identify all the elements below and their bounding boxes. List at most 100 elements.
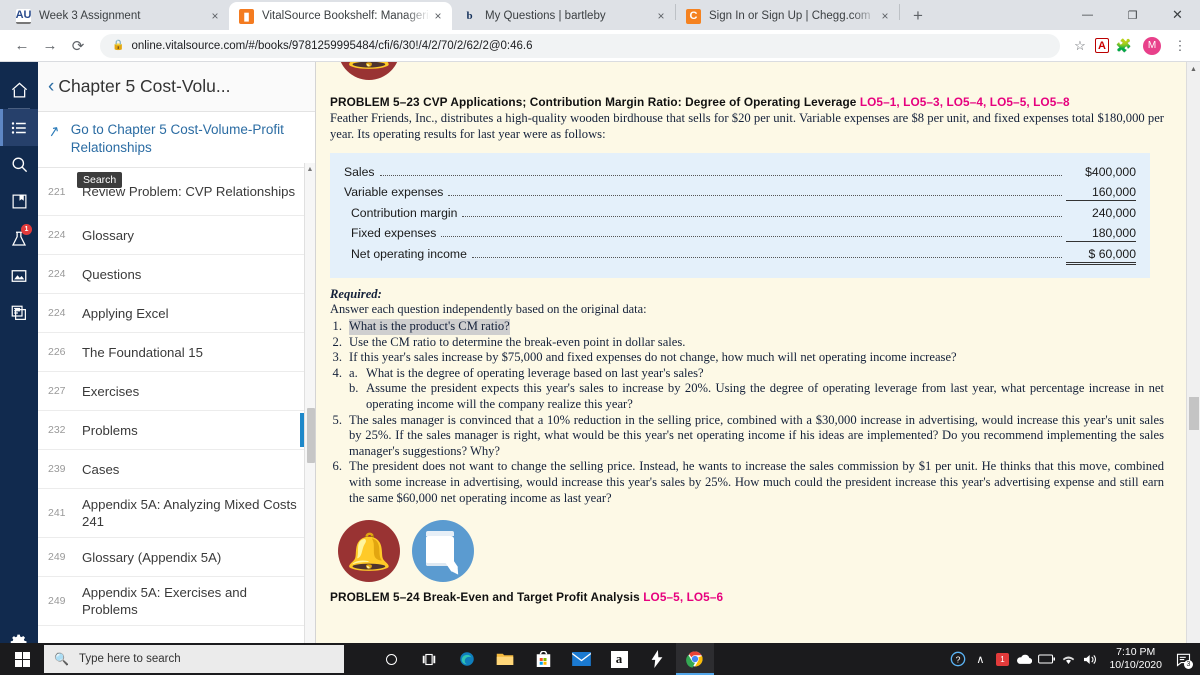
toc-item-glossary[interactable]: 224 Glossary [38,216,315,255]
mail-icon[interactable] [562,643,600,675]
show-hidden-icons-chevron[interactable]: ∧ [969,653,991,666]
problem-intro-text: Feather Friends, Inc., distributes a hig… [330,111,1164,141]
bell-notification-icon[interactable]: 🔔 [338,520,400,583]
table-row: Contribution margin 240,000 [344,203,1136,223]
browser-tab-active[interactable]: ▮ VitalSource Bookshelf: Manageria × [229,2,452,30]
bell-notification-icon-partial[interactable]: 🔔 [338,62,400,80]
toc-item-glossary-appendix-5a[interactable]: 249 Glossary (Appendix 5A) [38,538,315,577]
search-icon[interactable] [0,146,38,183]
scroll-up-arrow-icon[interactable]: ▲ [1187,62,1200,76]
pdf-extension-icon[interactable]: A [1095,38,1109,53]
toc-item-questions[interactable]: 224 Questions [38,255,315,294]
toc-item-label: Questions [82,266,142,282]
question-number: 2. [332,334,342,349]
windows-update-icon[interactable]: 1 [991,652,1013,666]
battery-icon[interactable] [1035,654,1057,664]
question-number: 6. [332,459,342,474]
help-support-icon[interactable]: ? [947,648,969,670]
edge-icon[interactable] [448,643,486,675]
close-window-button[interactable]: ✕ [1155,0,1200,30]
question-number: 3. [332,350,342,365]
row-value: $400,000 [1085,164,1136,179]
row-label: Sales [344,164,375,179]
file-explorer-icon[interactable] [486,643,524,675]
question-text-highlighted[interactable]: What is the product's CM ratio? [349,319,510,335]
toc-page-number: 224 [48,307,66,319]
toc-item-appendix-5a-mixed-costs[interactable]: 241 Appendix 5A: Analyzing Mixed Costs 2… [38,489,315,538]
bookmark-icon[interactable] [0,183,38,220]
profile-avatar[interactable]: M [1143,36,1161,55]
browser-tab[interactable]: C Sign In or Sign Up | Chegg.com × [676,2,899,30]
notes-icon[interactable] [0,294,38,331]
toc-item-label: Glossary [82,227,135,243]
browser-tab[interactable]: AU Week 3 Assignment × [6,2,229,30]
tab-close-icon[interactable]: × [430,8,446,24]
subquestion-letter: b. [349,381,359,396]
toc-item-exercises[interactable]: 227 Exercises [38,372,315,411]
question-text: If this year's sales increase by $75,000… [349,350,957,365]
cortana-icon[interactable] [372,643,410,675]
lightning-icon[interactable] [638,643,676,675]
table-row: Net operating income $ 60,000 [344,244,1136,267]
vitalsource-app: 1 ‹ Chapter 5 Cost-Volu... ↗ Go to Chapt… [0,62,1200,675]
toc-page-number: 226 [48,346,66,358]
flask-icon[interactable]: 1 [0,220,38,257]
toc-item-applying-excel[interactable]: 224 Applying Excel [38,294,315,333]
toc-item-appendix-5a-exercises[interactable]: 249 Appendix 5A: Exercises and Problems [38,577,315,626]
workbook-pencil-icon[interactable] [412,520,474,583]
wifi-icon[interactable] [1057,653,1079,665]
microsoft-store-icon[interactable] [524,643,562,675]
toolbar-icons: ☆ A 🧩 M ⋮ [1068,34,1192,58]
inline-icon-row: 🔔 [338,520,1164,583]
tab-close-icon[interactable]: × [207,8,223,24]
home-icon[interactable] [0,72,38,109]
row-label: Net operating income [351,246,467,261]
back-chevron-icon[interactable]: ‹ [48,76,54,98]
toc-item-cases[interactable]: 239 Cases [38,450,315,489]
clock-date: 10/10/2020 [1109,659,1162,671]
start-button[interactable] [0,643,44,675]
list-item: 5. The sales manager is convinced that a… [330,413,1164,460]
list-item: a. What is the degree of operating lever… [349,366,1164,382]
reload-button[interactable]: ⟳ [64,32,92,60]
extensions-puzzle-icon[interactable]: 🧩 [1112,34,1136,58]
taskbar-clock[interactable]: 7:10 PM 10/10/2020 [1101,646,1170,672]
browser-window: AU Week 3 Assignment × ▮ VitalSource Boo… [0,0,1200,675]
chrome-icon[interactable] [676,643,714,675]
leader-dots [441,228,1062,237]
address-bar[interactable]: 🔒 online.vitalsource.com/#/books/9781259… [100,33,1060,58]
reader-scrollbar-thumb[interactable] [1189,397,1199,430]
maximize-button[interactable]: ❐ [1110,0,1155,30]
forward-button[interactable]: → [36,32,64,60]
volume-icon[interactable] [1079,653,1101,666]
toc-scrollbar-thumb[interactable] [307,408,315,463]
toc-item-label: Cases [82,461,120,477]
action-center-icon[interactable]: 3 [1172,648,1194,670]
minimize-button[interactable]: — [1065,0,1110,30]
scroll-up-arrow-icon[interactable]: ▲ [305,163,315,175]
task-view-icon[interactable] [410,643,448,675]
row-label: Contribution margin [351,205,458,220]
goto-chapter-label: Go to Chapter 5 Cost-Volume-Profit Relat… [70,122,284,155]
tab-close-icon[interactable]: × [653,8,669,24]
back-button[interactable]: ← [8,32,36,60]
toc-list[interactable]: 221 Review Problem: CVP Relationships 22… [38,168,315,675]
bookmark-star-icon[interactable]: ☆ [1068,34,1092,58]
tab-close-icon[interactable]: × [877,8,893,24]
next-learning-objective-codes: LO5–5, LO5–6 [643,590,724,605]
required-subtext: Answer each question independently based… [330,302,647,316]
toc-scrollbar[interactable]: ▲ ▼ [304,163,315,675]
chrome-menu-icon[interactable]: ⋮ [1168,34,1192,58]
reader-scrollbar[interactable]: ▲ ▼ [1186,62,1200,675]
new-tab-button[interactable]: + [904,2,932,30]
table-of-contents-icon[interactable] [0,109,38,146]
toc-item-foundational-15[interactable]: 226 The Foundational 15 [38,333,315,372]
figures-icon[interactable] [0,257,38,294]
toc-item-problems[interactable]: 232 Problems [38,411,315,450]
onedrive-icon[interactable] [1013,654,1035,665]
goto-chapter-link[interactable]: ↗ Go to Chapter 5 Cost-Volume-Profit Rel… [38,112,315,168]
browser-tab[interactable]: b My Questions | bartleby × [452,2,675,30]
taskbar-search-input[interactable]: 🔍 Type here to search [44,645,344,673]
amazon-icon[interactable]: a [600,643,638,675]
system-tray: ? ∧ 1 7:10 PM 10/10/2020 3 [945,646,1200,672]
